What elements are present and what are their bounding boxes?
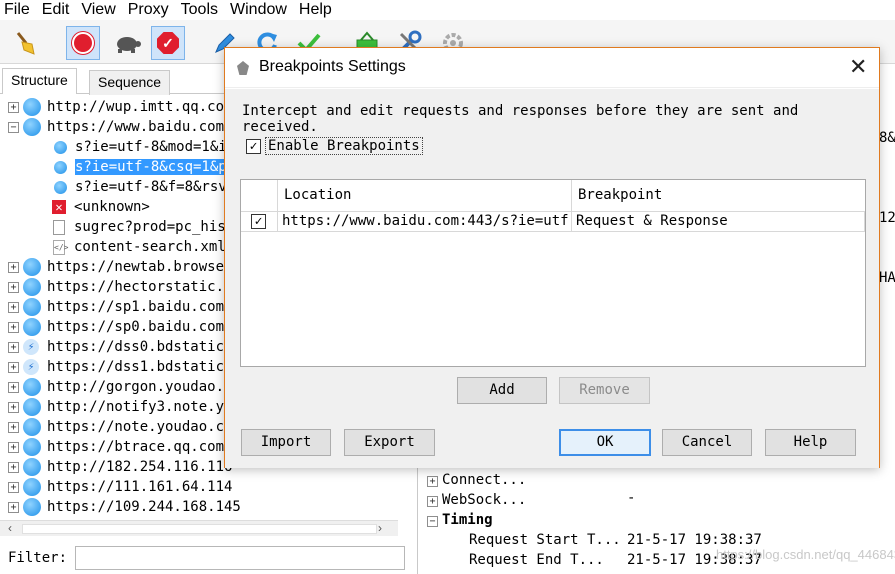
ok-button[interactable]: OK xyxy=(559,429,651,456)
tree-row[interactable]: s?ie=utf-8&mod=1&is xyxy=(54,137,235,157)
row-checkbox[interactable]: ✓ xyxy=(251,214,266,229)
globe-icon xyxy=(54,160,67,174)
column-header-location[interactable]: Location xyxy=(278,180,572,212)
close-icon[interactable]: ✕ xyxy=(849,54,867,80)
app-icon xyxy=(237,61,249,75)
row-location-cell[interactable]: https://www.baidu.com:443/s?ie=utf.. xyxy=(278,212,572,232)
globe-icon xyxy=(23,438,41,456)
dialog-titlebar: Breakpoints Settings ✕ xyxy=(225,48,879,88)
tab-structure[interactable]: Structure xyxy=(2,68,77,94)
globe-icon xyxy=(54,140,67,154)
breakpoint-icon[interactable]: ✓ xyxy=(151,26,185,60)
menu-file[interactable]: File xyxy=(4,1,30,19)
dialog-title: Breakpoints Settings xyxy=(259,58,406,75)
partial-text: HA xyxy=(879,270,895,286)
tree-row[interactable]: s?ie=utf-8&csq=1&ps xyxy=(54,157,236,177)
detail-row-websocket[interactable]: + WebSock... xyxy=(427,492,526,508)
tree-row[interactable]: sugrec?prod=pc_his& xyxy=(53,217,234,237)
export-button[interactable]: Export xyxy=(344,429,435,456)
row-check-cell[interactable]: ✓ xyxy=(241,212,278,232)
dialog-body: Intercept and edit requests and response… xyxy=(225,89,879,468)
globe-icon xyxy=(23,258,41,276)
filter-input[interactable] xyxy=(75,546,405,570)
request-start-value: 21-5-17 19:38:37 xyxy=(627,532,762,548)
cancel-button[interactable]: Cancel xyxy=(662,429,752,456)
request-end-label: Request End T... xyxy=(469,552,604,568)
tree-row[interactable]: + https://btrace.qq.com xyxy=(8,437,224,457)
menu-window[interactable]: Window xyxy=(230,1,287,19)
help-button[interactable]: Help xyxy=(765,429,856,456)
horizontal-scrollbar[interactable]: ‹ › xyxy=(0,520,398,536)
table-header: Location Breakpoint xyxy=(241,180,865,212)
detail-row-timing[interactable]: − Timing xyxy=(427,512,493,528)
menu-help[interactable]: Help xyxy=(299,1,332,19)
xml-icon: </> xyxy=(53,239,68,255)
menu-proxy[interactable]: Proxy xyxy=(128,1,169,19)
error-icon: ✕ xyxy=(52,200,66,214)
globe-icon xyxy=(23,498,41,516)
globe-icon xyxy=(23,378,41,396)
column-header-breakpoint[interactable]: Breakpoint xyxy=(572,180,865,212)
globe-icon xyxy=(54,180,67,194)
request-start-label: Request Start T... xyxy=(469,532,621,548)
watermark: https://blog.csdn.net/qq_44684379 xyxy=(716,547,895,562)
scrollbar-thumb[interactable] xyxy=(22,524,377,534)
tree-row[interactable]: + https://sp1.baidu.com xyxy=(8,297,224,317)
tree-row[interactable]: </> content-search.xml xyxy=(53,237,226,257)
tree-row[interactable]: − https://www.baidu.com xyxy=(8,117,224,137)
partial-text: 12 xyxy=(879,210,895,226)
broom-icon[interactable] xyxy=(8,26,42,60)
scroll-right-icon[interactable]: › xyxy=(378,521,382,535)
globe-icon xyxy=(23,318,41,336)
filter-label: Filter: xyxy=(8,550,68,566)
remove-button[interactable]: Remove xyxy=(559,377,650,404)
turtle-icon[interactable] xyxy=(110,26,144,60)
tree-row[interactable]: + https://hectorstatic.b xyxy=(8,277,232,297)
enable-breakpoints-label[interactable]: Enable Breakpoints xyxy=(265,137,423,155)
globe-icon xyxy=(23,418,41,436)
tree-row[interactable]: s?ie=utf-8&f=8&rsv_ xyxy=(54,177,235,197)
websocket-value: - xyxy=(627,490,636,506)
tree-row[interactable]: + http://gorgon.youdao.c xyxy=(8,377,232,397)
tree-row[interactable]: + https://sp0.baidu.com xyxy=(8,317,224,337)
tree-row[interactable]: ✕ <unknown> xyxy=(52,197,150,217)
scroll-left-icon[interactable]: ‹ xyxy=(8,521,12,535)
tree-row[interactable]: + https://note.youdao.co xyxy=(8,417,232,437)
menu-view[interactable]: View xyxy=(81,1,115,19)
row-breakpoint-cell[interactable]: Request & Response xyxy=(572,212,865,232)
column-header-check xyxy=(241,180,278,212)
lightning-icon: ⚡ xyxy=(23,339,39,355)
enable-breakpoints-checkbox[interactable]: ✓ xyxy=(246,139,261,154)
menu-tools[interactable]: Tools xyxy=(181,1,218,19)
globe-icon xyxy=(23,118,41,136)
dialog-description: Intercept and edit requests and response… xyxy=(242,103,799,135)
partial-text: 8&c xyxy=(879,130,895,146)
lightning-icon: ⚡ xyxy=(23,359,39,375)
globe-icon xyxy=(23,478,41,496)
record-icon[interactable] xyxy=(66,26,100,60)
tree-row[interactable]: + https://newtab.browser xyxy=(8,257,232,277)
globe-icon xyxy=(23,278,41,296)
detail-row-connect[interactable]: + Connect... xyxy=(427,472,526,488)
tab-sequence[interactable]: Sequence xyxy=(89,70,171,95)
tree-row[interactable]: + https://109.244.168.145 xyxy=(8,497,241,516)
tree-row[interactable]: + http://notify3.note.yo xyxy=(8,397,232,417)
tree-row[interactable]: + http://wup.imtt.qq.com xyxy=(8,97,232,117)
globe-icon xyxy=(23,298,41,316)
globe-icon xyxy=(23,458,41,476)
globe-icon xyxy=(23,398,41,416)
menu-edit[interactable]: Edit xyxy=(42,1,70,19)
tree-row[interactable]: + ⚡ https://dss0.bdstatic. xyxy=(8,337,232,357)
tree-row[interactable]: + https://111.161.64.114 xyxy=(8,477,232,497)
breakpoints-table: Location Breakpoint ✓ https://www.baidu.… xyxy=(240,179,866,367)
tree-row[interactable]: + http://182.254.116.116 xyxy=(8,457,232,477)
document-icon xyxy=(53,219,65,235)
breakpoints-dialog: Breakpoints Settings ✕ Intercept and edi… xyxy=(224,47,880,468)
tree-row[interactable]: + ⚡ https://dss1.bdstatic. xyxy=(8,357,232,377)
menu-bar: File Edit View Proxy Tools Window Help xyxy=(0,0,895,20)
add-button[interactable]: Add xyxy=(457,377,547,404)
globe-icon xyxy=(23,98,41,116)
import-button[interactable]: Import xyxy=(241,429,331,456)
